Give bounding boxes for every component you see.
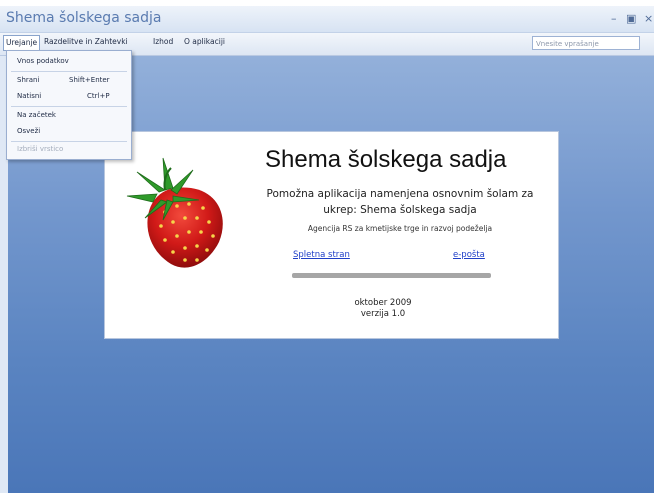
close-button[interactable]: × [644, 12, 653, 25]
strawberry-icon [126, 157, 223, 268]
menu-separator [11, 71, 127, 72]
email-link[interactable]: e-pošta [453, 250, 485, 260]
menu-izhod[interactable]: Izhod [153, 37, 173, 46]
agency-name: Agencija RS za kmetijske trge in razvoj … [307, 224, 493, 233]
menu-separator [11, 106, 127, 107]
title-bar: Shema šolskega sadja – ▣ × [0, 6, 654, 33]
menu-separator [11, 141, 127, 142]
menu-item-na-zacetek[interactable]: Na začetek [17, 111, 56, 119]
app-description: Pomožna aplikacija namenjena osnovnim šo… [266, 188, 534, 216]
shortcut-shrani: Shift+Enter [69, 76, 110, 84]
menu-item-vnos-podatkov[interactable]: Vnos podatkov [17, 57, 69, 65]
menu-item-izbrisi-vrstico: Izbriši vrstico [17, 145, 64, 153]
help-search-input[interactable]: Vnesite vprašanje [532, 36, 640, 50]
website-link[interactable]: Spletna stran [293, 250, 350, 260]
menu-urejanje[interactable]: Urejanje [3, 35, 41, 51]
urejanje-dropdown-menu: Vnos podatkov Shrani Shift+Enter Natisni… [6, 50, 132, 160]
menu-item-shrani[interactable]: Shrani [17, 76, 39, 84]
app-title: Shema šolskega sadja [265, 146, 507, 173]
window-title: Shema šolskega sadja [6, 10, 162, 26]
release-date: oktober 2009 [354, 298, 412, 308]
maximize-button[interactable]: ▣ [626, 12, 636, 25]
menu-o-aplikaciji[interactable]: O aplikaciji [184, 37, 225, 46]
divider-bar [292, 273, 491, 278]
menu-razdelitve[interactable]: Razdelitve in Zahtevki [44, 37, 128, 46]
menu-item-osvezi[interactable]: Osveži [17, 127, 40, 135]
minimize-button[interactable]: – [611, 12, 617, 25]
version-label: verzija 1.0 [360, 309, 406, 319]
menu-item-natisni[interactable]: Natisni [17, 92, 41, 100]
shortcut-natisni: Ctrl+P [87, 92, 110, 100]
splash-panel: Shema šolskega sadja Pomožna aplikacija … [104, 131, 559, 339]
release-info: oktober 2009 verzija 1.0 [255, 298, 511, 320]
